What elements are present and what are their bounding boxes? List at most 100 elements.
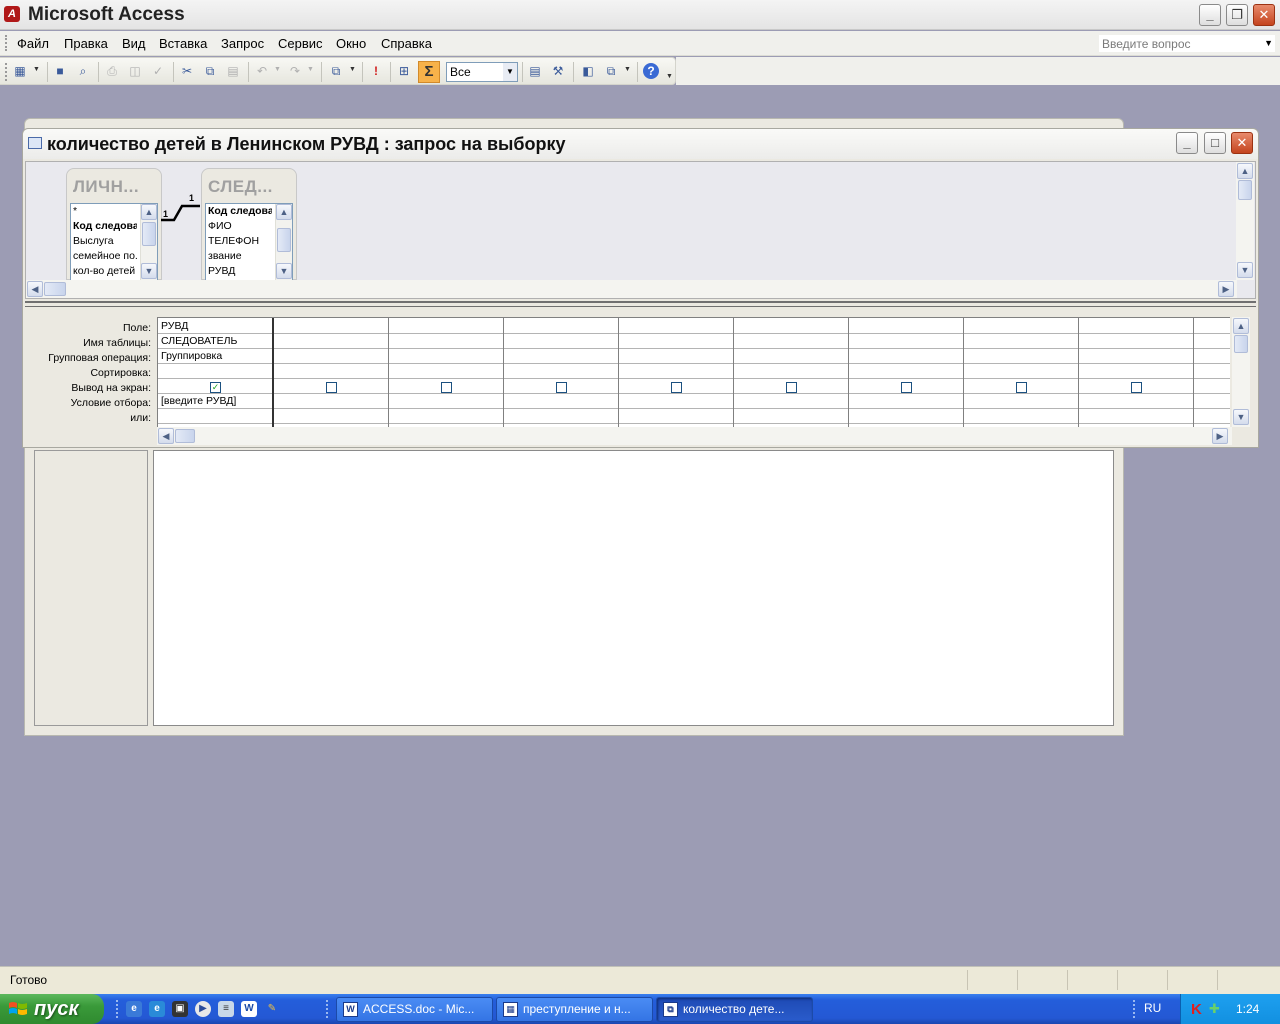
- chevron-down-icon[interactable]: ▼: [307, 66, 314, 73]
- cut-icon[interactable]: ✂: [179, 63, 195, 79]
- chevron-down-icon[interactable]: ▼: [1264, 38, 1273, 48]
- chevron-down-icon[interactable]: ▼: [33, 66, 40, 73]
- grid-column-2[interactable]: [274, 318, 389, 427]
- spelling-icon[interactable]: ✓: [150, 63, 166, 79]
- top-values-combo[interactable]: Все ▼: [446, 62, 518, 82]
- query-type-icon[interactable]: ⧉: [328, 63, 344, 79]
- show-checkbox[interactable]: [326, 382, 337, 393]
- internet-explorer-icon[interactable]: e: [149, 1001, 165, 1017]
- table-box-lichn[interactable]: ЛИЧН... * Код следова Выслуга семейное п…: [66, 168, 162, 281]
- chevron-left-icon[interactable]: ◀: [158, 428, 174, 444]
- menu-tools[interactable]: Сервис: [278, 36, 323, 51]
- language-indicator[interactable]: RU: [1144, 1001, 1161, 1015]
- table-pane-vertical-scrollbar[interactable]: ▲ ▼: [1236, 162, 1254, 280]
- quicklaunch-grip[interactable]: [116, 1000, 119, 1018]
- field-item[interactable]: *: [73, 205, 137, 217]
- query-maximize-button[interactable]: □: [1204, 132, 1226, 154]
- chevron-down-icon[interactable]: ▼: [1237, 262, 1253, 278]
- chevron-down-icon[interactable]: ▼: [141, 263, 157, 279]
- task-query-active[interactable]: ⧉ количество дете...: [656, 997, 813, 1022]
- grid-column-1[interactable]: РУВД СЛЕДОВАТЕЛЬ Группировка ✓ [введите …: [158, 318, 274, 427]
- pencil-icon[interactable]: ✎: [264, 1001, 280, 1017]
- grid-horizontal-scrollbar[interactable]: ◀ ▶: [157, 427, 1232, 445]
- media-player-icon[interactable]: ▶: [195, 1001, 211, 1017]
- print-icon[interactable]: ⎙: [104, 63, 120, 79]
- explorer-icon[interactable]: e: [126, 1001, 142, 1017]
- chevron-up-icon[interactable]: ▲: [141, 204, 157, 220]
- clock[interactable]: 1:24: [1236, 1002, 1259, 1016]
- menubar-grip[interactable]: [5, 35, 8, 51]
- query-design-window[interactable]: количество детей в Ленинском РУВД : запр…: [22, 128, 1259, 448]
- field-item-key[interactable]: Код следова: [73, 220, 137, 232]
- grid-column-7[interactable]: [849, 318, 964, 427]
- chevron-down-icon[interactable]: ▼: [503, 63, 517, 81]
- grid-vertical-scrollbar[interactable]: ▲ ▼: [1232, 317, 1250, 427]
- chevron-up-icon[interactable]: ▲: [1237, 163, 1253, 179]
- access-app-icon[interactable]: A: [4, 6, 20, 22]
- toolbar-options-icon[interactable]: ▼: [666, 73, 673, 80]
- chevron-down-icon[interactable]: ▼: [349, 66, 356, 73]
- table-pane-horizontal-scrollbar[interactable]: ◀ ▶: [26, 280, 1237, 298]
- menu-window[interactable]: Окно: [336, 36, 366, 51]
- lang-grip[interactable]: [1133, 1000, 1136, 1018]
- grid-column-8[interactable]: [964, 318, 1079, 427]
- menu-help[interactable]: Справка: [381, 36, 432, 51]
- field-item[interactable]: РУВД: [208, 265, 272, 277]
- show-checkbox[interactable]: [671, 382, 682, 393]
- network-icon[interactable]: ✚: [1209, 1001, 1220, 1017]
- scroll-thumb[interactable]: [1238, 180, 1252, 200]
- grid-column-5[interactable]: [619, 318, 734, 427]
- query-close-button[interactable]: ✕: [1231, 132, 1253, 154]
- grid-cell-total[interactable]: Группировка: [161, 350, 222, 362]
- grid-column-9[interactable]: [1079, 318, 1194, 427]
- grid-column-4[interactable]: [504, 318, 619, 427]
- toolbar-grip[interactable]: [5, 63, 8, 81]
- save-icon[interactable]: ■: [52, 63, 68, 79]
- grid-column-10[interactable]: [1194, 318, 1230, 427]
- database-window-icon[interactable]: ◧: [580, 63, 596, 79]
- build-icon[interactable]: ⚒: [550, 63, 566, 79]
- app-restore-button[interactable]: ❐: [1226, 4, 1248, 26]
- app-close-button[interactable]: ✕: [1253, 4, 1275, 26]
- field-item[interactable]: звание: [208, 250, 272, 262]
- field-item[interactable]: семейное по...: [73, 250, 137, 262]
- view-icon[interactable]: ▦: [12, 63, 28, 79]
- show-checkbox[interactable]: [1131, 382, 1142, 393]
- scroll-thumb[interactable]: [44, 282, 66, 296]
- print-preview-icon[interactable]: ◫: [127, 63, 143, 79]
- menu-view[interactable]: Вид: [122, 36, 146, 51]
- scroll-thumb[interactable]: [175, 429, 195, 443]
- table-pane[interactable]: ЛИЧН... * Код следова Выслуга семейное п…: [25, 161, 1256, 299]
- table-title[interactable]: СЛЕД...: [208, 177, 273, 197]
- query-window-title-bar[interactable]: количество детей в Ленинском РУВД : запр…: [23, 129, 1258, 159]
- table-field-list[interactable]: * Код следова Выслуга семейное по... кол…: [70, 203, 158, 281]
- field-item[interactable]: кол-во детей: [73, 265, 137, 277]
- field-list-scrollbar[interactable]: ▲ ▼: [140, 204, 157, 280]
- scroll-thumb[interactable]: [1234, 335, 1248, 353]
- grid-cell-field[interactable]: РУВД: [161, 320, 188, 332]
- chevron-down-icon[interactable]: ▼: [274, 66, 281, 73]
- query-icon[interactable]: [28, 137, 42, 149]
- word-icon[interactable]: W: [241, 1001, 257, 1017]
- show-checkbox[interactable]: [1016, 382, 1027, 393]
- menu-file[interactable]: Файл: [17, 36, 49, 51]
- grid-cell-criteria[interactable]: [введите РУВД]: [161, 395, 236, 407]
- notepad-icon[interactable]: ≡: [218, 1001, 234, 1017]
- field-item[interactable]: ТЕЛЕФОН: [208, 235, 272, 247]
- ask-question-input[interactable]: Введите вопрос ▼: [1098, 34, 1276, 53]
- help-icon[interactable]: ?: [643, 63, 659, 79]
- properties-icon[interactable]: ▤: [527, 63, 543, 79]
- chevron-down-icon[interactable]: ▼: [624, 66, 631, 73]
- tasks-grip[interactable]: [326, 1000, 329, 1018]
- table-field-list[interactable]: Код следова ФИО ТЕЛЕФОН звание РУВД ▲ ▼: [205, 203, 293, 281]
- show-checkbox[interactable]: [901, 382, 912, 393]
- grid-cell-table[interactable]: СЛЕДОВАТЕЛЬ: [161, 335, 237, 347]
- show-checkbox[interactable]: [786, 382, 797, 393]
- grid-column-3[interactable]: [389, 318, 504, 427]
- chevron-left-icon[interactable]: ◀: [27, 281, 43, 297]
- field-list-scrollbar[interactable]: ▲ ▼: [275, 204, 292, 280]
- query-minimize-button[interactable]: _: [1176, 132, 1198, 154]
- field-item-key[interactable]: Код следова: [208, 205, 272, 217]
- totals-button[interactable]: Σ: [418, 61, 440, 83]
- field-item[interactable]: Выслуга: [73, 235, 137, 247]
